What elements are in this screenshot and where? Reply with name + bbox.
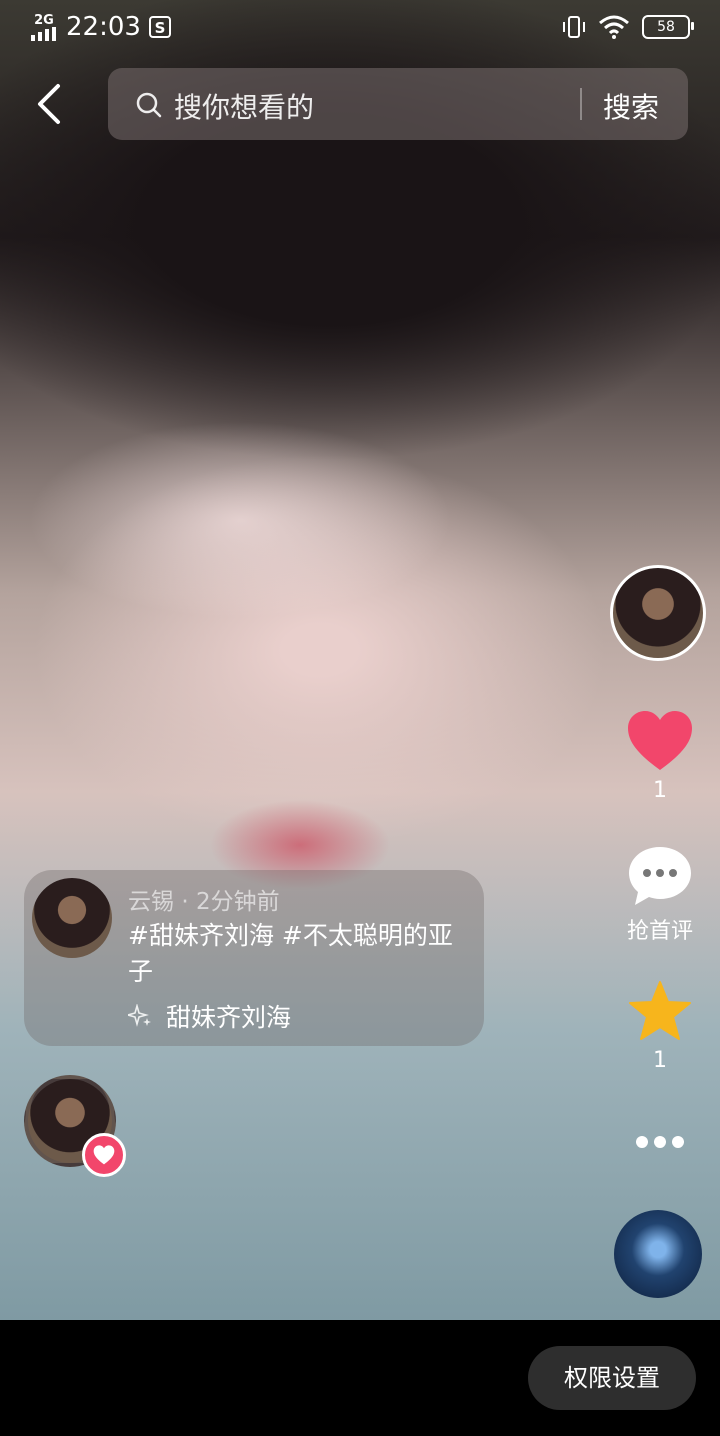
like-count: 1 — [653, 778, 667, 803]
post-author-avatar[interactable] — [32, 878, 112, 958]
search-button[interactable]: 搜索 — [603, 86, 659, 126]
follow-button[interactable] — [24, 1075, 128, 1179]
favorite-count: 1 — [653, 1048, 667, 1073]
music-disc[interactable] — [614, 1210, 702, 1298]
bottom-bar: 权限设置 — [0, 1320, 720, 1436]
network-type: 2G — [34, 12, 54, 28]
svg-text:S: S — [155, 19, 166, 37]
comment-label: 抢首评 — [626, 919, 693, 944]
signal-bars-icon — [31, 26, 56, 41]
vibrate-icon — [563, 16, 585, 38]
search-divider — [580, 88, 582, 120]
battery-level: 58 — [657, 19, 675, 35]
author-name[interactable]: 云锡 — [128, 889, 174, 915]
post-info-card[interactable]: 云锡 · 2分钟前 #甜妹齐刘海 #不太聪明的亚子 甜妹齐刘海 — [24, 870, 484, 1046]
back-arrow-icon[interactable] — [30, 82, 70, 126]
favorite-button[interactable]: 1 — [620, 980, 700, 1073]
post-time: 2分钟前 — [195, 889, 280, 915]
search-icon — [136, 92, 162, 118]
follow-heart-badge[interactable] — [82, 1133, 126, 1177]
battery-indicator: 58 — [642, 15, 694, 39]
comment-button[interactable]: 抢首评 — [620, 845, 700, 945]
star-icon — [629, 981, 691, 1040]
topic-label: 甜妹齐刘海 — [166, 1003, 292, 1032]
search-bar[interactable]: 搜你想看的 搜索 — [108, 68, 688, 140]
comment-bubble-icon — [629, 847, 691, 905]
wifi-icon — [599, 15, 629, 39]
clock: 22:03 — [66, 12, 141, 42]
more-button[interactable] — [620, 1128, 700, 1160]
status-bar: 2G 22:03 S 58 — [0, 0, 720, 56]
sparkle-icon — [128, 1004, 151, 1027]
permission-settings-button[interactable]: 权限设置 — [528, 1346, 696, 1410]
post-meta: 云锡 · 2分钟前 — [128, 882, 280, 916]
heart-icon — [93, 1145, 115, 1165]
heart-icon — [628, 711, 692, 770]
notification-s-icon: S — [148, 16, 171, 38]
topic-link[interactable]: 甜妹齐刘海 — [128, 998, 291, 1034]
post-caption[interactable]: #甜妹齐刘海 #不太聪明的亚子 — [128, 918, 468, 990]
more-dots-icon — [636, 1136, 684, 1148]
author-avatar[interactable] — [610, 565, 706, 661]
signal-icon: 2G — [30, 14, 58, 41]
like-button[interactable]: 1 — [620, 710, 700, 803]
search-input[interactable]: 搜你想看的 — [174, 86, 314, 126]
meta-separator: · — [181, 889, 196, 915]
